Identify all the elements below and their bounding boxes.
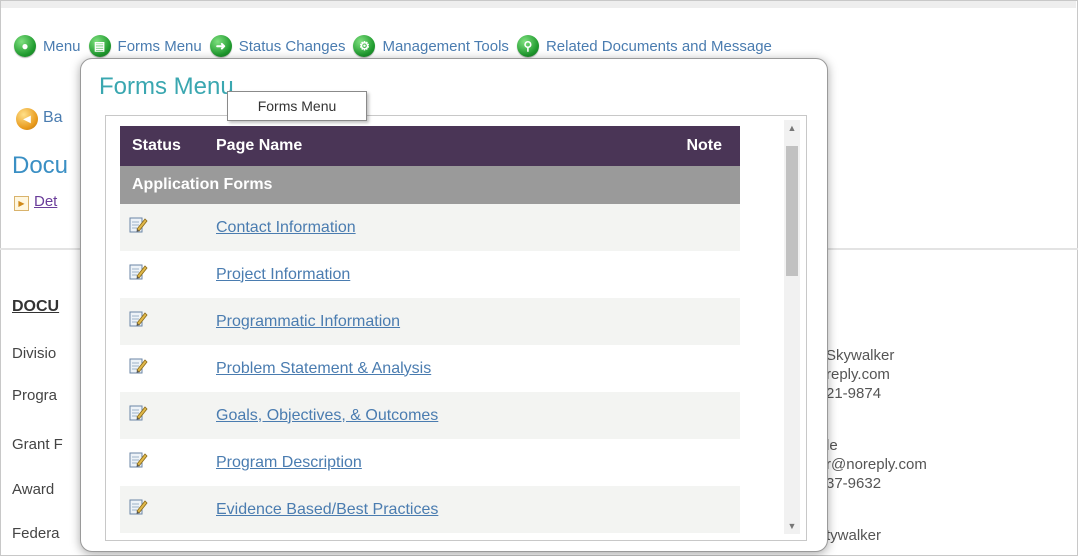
page-name-link[interactable]: Goals, Objectives, & Outcomes <box>216 407 740 425</box>
contact-email: r@noreply.com <box>826 456 927 473</box>
contact-name: le <box>826 437 838 454</box>
status-cell <box>120 497 216 522</box>
back-link[interactable]: Ba <box>43 109 63 127</box>
nav-item-label: Status Changes <box>238 37 346 55</box>
document-title: Docu <box>12 152 69 179</box>
top-nav: ● Menu ▤ Forms Menu ➜ Status Changes ⚙ M… <box>14 32 780 60</box>
arrow-right-icon: ➜ <box>209 35 232 57</box>
nav-item-label: Forms Menu <box>117 37 202 55</box>
scrollbar-thumb[interactable] <box>786 146 798 276</box>
forms-icon: ▤ <box>88 35 111 57</box>
search-icon: ⚲ <box>516 35 539 57</box>
section-heading: DOCU <box>12 298 60 315</box>
forms-list-scroll-area[interactable]: Status Page Name Note Application Forms … <box>105 115 807 541</box>
edit-status-icon <box>128 499 148 521</box>
table-row: Problem Statement & Analysis <box>120 345 740 392</box>
contact-phone: 21-9874 <box>826 385 882 402</box>
nav-item-related-documents[interactable]: ⚲ Related Documents and Message <box>516 35 772 57</box>
nav-item-label: Management Tools <box>382 37 509 55</box>
column-header-note: Note <box>686 137 722 154</box>
field-label-division: Divisio <box>12 345 57 362</box>
back-icon[interactable]: ◀ <box>16 108 38 130</box>
scroll-up-arrow-icon[interactable]: ▲ <box>784 120 800 136</box>
page-name-link[interactable]: Programmatic Information <box>216 313 740 331</box>
nav-item-label: Related Documents and Message <box>545 37 772 55</box>
status-cell <box>120 309 216 334</box>
edit-status-icon <box>128 452 148 474</box>
table-header: Status Page Name Note <box>120 126 740 166</box>
forms-table: Status Page Name Note Application Forms … <box>120 126 740 533</box>
edit-status-icon <box>128 217 148 239</box>
status-cell <box>120 356 216 381</box>
field-label-award: Award <box>12 481 55 498</box>
contact-block-2: le r@noreply.com 37-9632 <box>826 436 927 493</box>
status-cell <box>120 215 216 240</box>
contact-phone: 37-9632 <box>826 475 882 492</box>
edit-status-icon <box>128 405 148 427</box>
tools-icon: ⚙ <box>353 35 376 57</box>
nav-item-status-changes[interactable]: ➜ Status Changes <box>209 35 346 57</box>
popup-title: Forms Menu <box>99 73 234 100</box>
contact-block-1: Skywalker reply.com 21-9874 <box>826 346 894 403</box>
details-link[interactable]: Det <box>34 193 57 210</box>
page-name-link[interactable]: Contact Information <box>216 219 740 237</box>
nav-item-management-tools[interactable]: ⚙ Management Tools <box>353 35 509 57</box>
contact-name: tywalker <box>826 527 882 544</box>
edit-status-icon <box>128 264 148 286</box>
forms-menu-popup: Forms Menu Status Page Name Note Applica… <box>80 58 828 552</box>
expand-icon[interactable]: ▶ <box>14 196 29 211</box>
table-row: Contact Information <box>120 204 740 251</box>
table-row: Project Information <box>120 251 740 298</box>
top-strip <box>1 1 1076 8</box>
table-row: Goals, Objectives, & Outcomes <box>120 392 740 439</box>
table-row: Evidence Based/Best Practices <box>120 486 740 533</box>
table-row: Programmatic Information <box>120 298 740 345</box>
vertical-scrollbar[interactable]: ▲ ▼ <box>784 120 800 534</box>
table-rows: Contact Information Project Information Pr… <box>120 204 740 533</box>
status-cell <box>120 403 216 428</box>
page-name-link[interactable]: Evidence Based/Best Practices <box>216 501 740 519</box>
status-cell <box>120 262 216 287</box>
column-header-page-name: Page Name <box>216 137 303 154</box>
scroll-down-arrow-icon[interactable]: ▼ <box>784 518 800 534</box>
nav-item-forms-menu[interactable]: ▤ Forms Menu <box>88 35 202 57</box>
edit-status-icon <box>128 358 148 380</box>
nav-item-menu[interactable]: ● Menu <box>14 35 81 57</box>
field-label-federal: Federa <box>12 525 60 542</box>
table-row: Program Description <box>120 439 740 486</box>
page-name-link[interactable]: Program Description <box>216 454 740 472</box>
contact-block-3: tywalker <box>826 526 881 545</box>
nav-item-label: Menu <box>43 37 81 55</box>
group-header-application-forms: Application Forms <box>120 166 740 204</box>
page-name-link[interactable]: Project Information <box>216 266 740 284</box>
contact-name: Skywalker <box>826 347 895 364</box>
tooltip: Forms Menu <box>227 91 367 121</box>
edit-status-icon <box>128 311 148 333</box>
field-label-grant: Grant F <box>12 436 63 453</box>
contact-email: reply.com <box>826 366 890 383</box>
column-header-status: Status <box>132 137 181 154</box>
status-cell <box>120 450 216 475</box>
page-name-link[interactable]: Problem Statement & Analysis <box>216 360 740 378</box>
field-label-program: Progra <box>12 387 58 404</box>
home-icon: ● <box>14 35 36 57</box>
